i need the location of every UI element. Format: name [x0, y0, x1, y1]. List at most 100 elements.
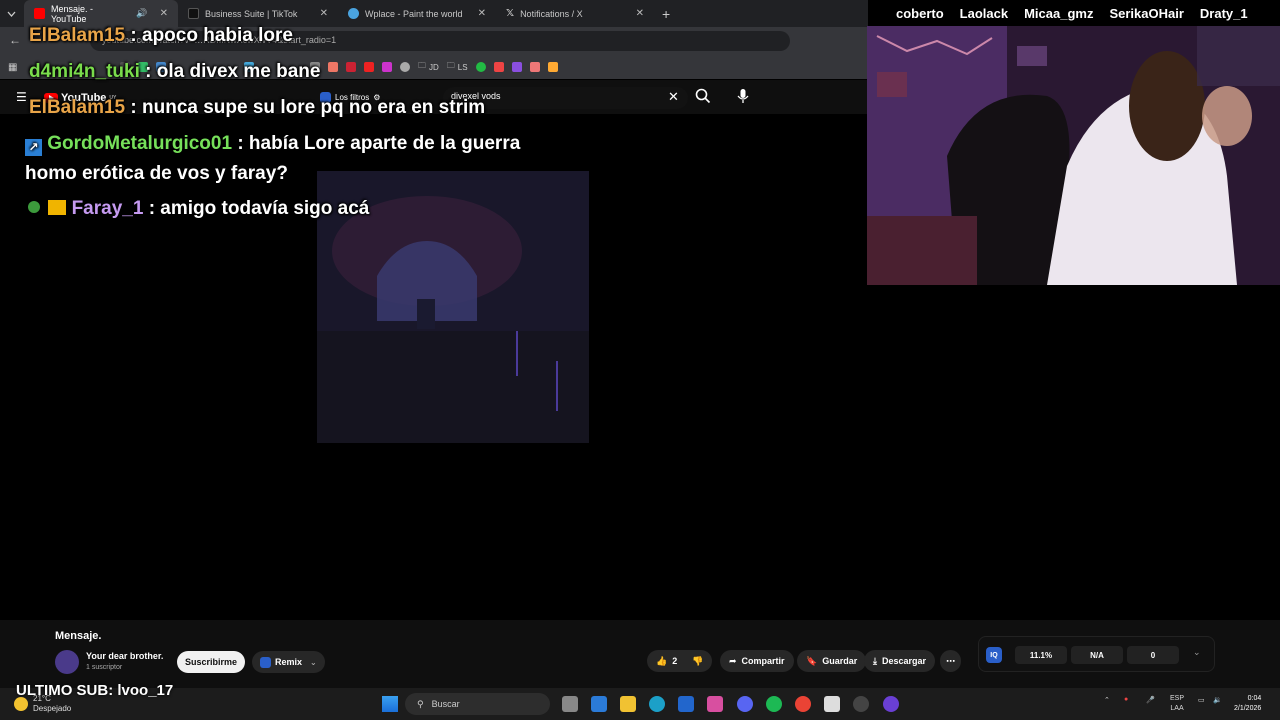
obs-icon[interactable] — [853, 696, 869, 712]
chat-username: d4mi4n_tuki — [29, 61, 140, 82]
chat-username: GordoMetalurgico01 — [47, 133, 233, 154]
subscribe-button[interactable]: Suscribirme — [177, 651, 245, 673]
close-tab-icon[interactable]: ✕ — [320, 8, 328, 19]
copilot-icon[interactable] — [707, 696, 723, 712]
channel-name[interactable]: Your dear brother. — [86, 651, 163, 661]
bookmark-icon[interactable] — [529, 62, 540, 72]
menu-icon[interactable]: ☰ — [16, 90, 27, 104]
ticker-name: Micaa_gmz — [1024, 5, 1094, 21]
close-tab-icon[interactable]: ✕ — [636, 8, 644, 19]
tray-app-icon[interactable]: ● — [1124, 696, 1128, 703]
edge-icon[interactable] — [649, 696, 665, 712]
bookmark-icon[interactable] — [382, 62, 392, 72]
top-names-ticker: coberto Laolack Micaa_gmz SerikaOHair Dr… — [868, 0, 1280, 26]
like-button[interactable]: 👍 2 👎 — [647, 650, 713, 672]
thumbs-up-icon: 👍 — [656, 655, 668, 666]
more-actions-button[interactable]: ⋯ — [940, 650, 961, 672]
bookmark-icon[interactable] — [547, 62, 558, 72]
chrome-icon[interactable] — [795, 696, 811, 712]
bookmark-icon[interactable] — [511, 62, 522, 72]
download-label: Descargar — [881, 656, 927, 666]
ticker-name: SerikaOHair — [1109, 5, 1184, 21]
volume-icon[interactable]: 🔉 — [1213, 696, 1222, 704]
speaker-icon[interactable]: 🔊 — [136, 8, 147, 19]
channel-avatar[interactable] — [55, 650, 79, 674]
file-explorer-icon[interactable] — [620, 696, 636, 712]
store-icon[interactable] — [591, 696, 607, 712]
chat-message: d4mi4n_tuki : ola divex me bane — [29, 61, 320, 83]
extension-percent: 11.1% — [1015, 646, 1067, 664]
remix-icon — [260, 656, 271, 668]
tab-tiktok[interactable]: Business Suite | TikTok ✕ — [178, 0, 338, 27]
taskbar-clock[interactable]: 0:04 2/1/2026 — [1234, 694, 1261, 714]
close-tab-icon[interactable]: ✕ — [160, 8, 168, 19]
tab-x[interactable]: 𝕏 Notifications / X ✕ — [496, 0, 654, 27]
extension-na: N/A — [1071, 646, 1123, 664]
chat-text: : nunca supe su lore pq no era en strim — [130, 97, 486, 118]
lang-secondary: LAA — [1170, 705, 1184, 712]
language-indicator[interactable]: ESP LAA — [1170, 694, 1184, 714]
chat-text: : ola divex me bane — [145, 61, 321, 82]
bookmark-icon[interactable] — [400, 62, 410, 72]
spotify-icon[interactable] — [766, 696, 782, 712]
network-icon[interactable]: ▭ — [1198, 696, 1205, 704]
windows-start-icon[interactable] — [382, 696, 398, 712]
bookmark-icon[interactable] — [493, 62, 504, 72]
extension-zero: 0 — [1127, 646, 1179, 664]
weather-desc: Despejado — [33, 704, 72, 713]
x-icon: 𝕏 — [506, 8, 515, 19]
wplace-icon — [348, 8, 359, 19]
browser-tab-strip: Mensaje. - YouTube 🔊 ✕ Business Suite | … — [0, 0, 868, 27]
remix-label: Remix — [275, 657, 303, 667]
clock-date: 2/1/2026 — [1234, 705, 1262, 712]
bookmark-folder-jd[interactable]: 🗀 JD — [418, 60, 439, 74]
clear-search-icon[interactable]: ✕ — [668, 89, 679, 105]
bookmark-icon[interactable] — [346, 62, 356, 72]
discord-icon[interactable] — [737, 696, 753, 712]
video-info-bar: Mensaje. Your dear brother. 1 suscriptor… — [0, 620, 1280, 688]
verified-icon — [28, 201, 40, 213]
app-icon[interactable] — [824, 696, 840, 712]
share-label: Compartir — [741, 656, 785, 666]
extension-panel: IQ 11.1% N/A 0 ⌄ — [978, 636, 1215, 672]
folder-label: LS — [457, 62, 468, 72]
tab-label: Wplace - Paint the world — [365, 8, 463, 19]
bookmark-icon[interactable] — [364, 62, 374, 72]
subscriber-count: 1 suscriptor — [86, 664, 123, 671]
tab-label: Business Suite | TikTok — [205, 8, 298, 19]
microphone-tray-icon[interactable]: 🎤 — [1146, 696, 1155, 704]
bookmark-icon[interactable] — [328, 62, 338, 72]
chat-username: ElBalam15 — [29, 25, 126, 46]
download-button[interactable]: ⤓ Descargar — [864, 650, 936, 672]
back-arrow-icon[interactable]: ← — [9, 33, 21, 47]
bookmark-folder-ls[interactable]: 🗀 LS — [447, 60, 468, 74]
dislike-icon[interactable]: 👎 — [692, 656, 703, 667]
save-button[interactable]: 🔖 Guardar — [797, 650, 867, 672]
new-tab-button[interactable]: + — [654, 6, 678, 22]
taskbar-search[interactable]: ⚲ Buscar — [405, 693, 550, 715]
apps-grid-icon[interactable]: ▦ — [8, 62, 22, 73]
share-button[interactable]: ➦ Compartir — [720, 650, 794, 672]
last-sub-overlay: ULTIMO SUB: lvoo_17 — [16, 682, 174, 699]
microphone-icon[interactable] — [736, 88, 750, 104]
close-tab-icon[interactable]: ✕ — [478, 8, 486, 19]
search-icon[interactable] — [694, 87, 712, 105]
show-hidden-icons[interactable]: ⌃ — [1104, 696, 1110, 704]
tab-wplace[interactable]: Wplace - Paint the world ✕ — [338, 0, 496, 27]
crown-icon — [48, 200, 67, 215]
tab-youtube[interactable]: Mensaje. - YouTube 🔊 ✕ — [24, 0, 178, 27]
ticker-name: coberto — [896, 5, 944, 21]
bookmark-icon[interactable] — [475, 62, 486, 72]
mail-icon[interactable] — [678, 696, 694, 712]
tab-list-button[interactable] — [0, 0, 24, 27]
webcam-image — [867, 26, 1280, 285]
tab-label: Mensaje. - YouTube — [51, 3, 94, 24]
search-icon: ⚲ — [417, 698, 424, 709]
task-view-icon[interactable] — [562, 696, 578, 712]
extension-icon[interactable]: IQ — [986, 647, 1002, 663]
remix-button[interactable]: Remix ⌄ — [252, 651, 325, 673]
save-label: Guardar — [822, 656, 858, 666]
weather-icon — [14, 697, 28, 711]
media-player-icon[interactable] — [883, 696, 899, 712]
chevron-down-icon[interactable]: ⌄ — [1193, 647, 1201, 658]
